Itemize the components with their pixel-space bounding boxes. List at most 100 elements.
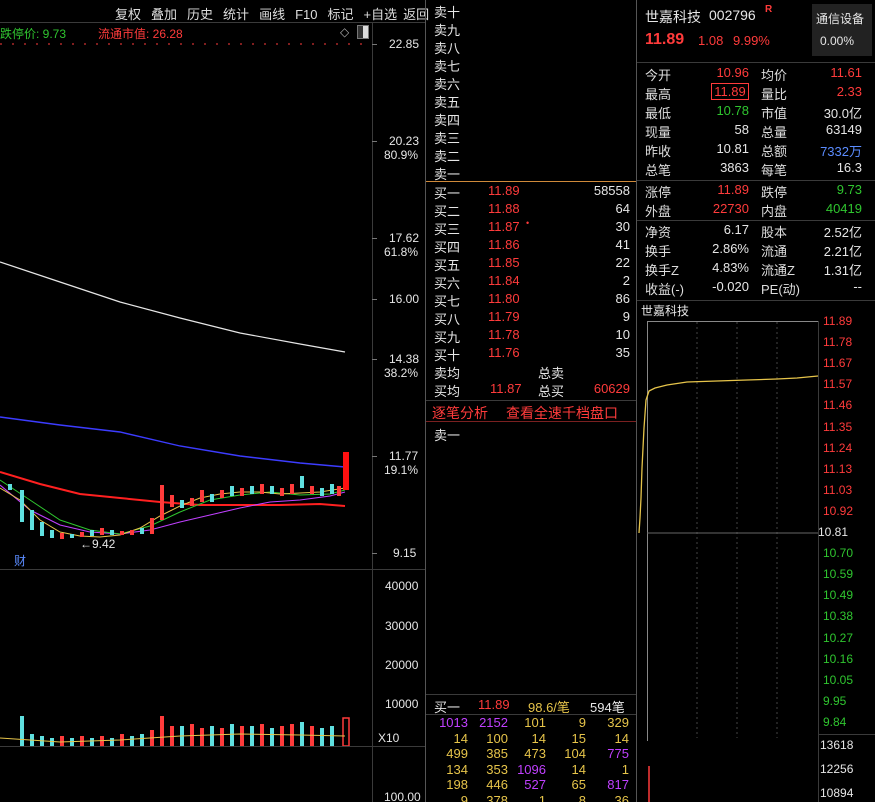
buy-level-label: 买八 <box>434 312 461 327</box>
sell-level-row[interactable]: 卖一 <box>426 164 636 182</box>
quote-row: 涨停 11.89 跌停 9.73 <box>637 182 875 201</box>
trade-queue-cell: 104 <box>564 746 586 761</box>
intraday-vol-tick: 13618 <box>820 738 854 752</box>
buy-level-label: 买九 <box>434 330 461 345</box>
quote-value: 40419 <box>825 201 862 216</box>
buy-level-price: 11.84 <box>488 273 520 288</box>
sell-level-row[interactable]: 卖十 <box>426 2 636 20</box>
sell-level-row[interactable]: 卖二 <box>426 146 636 164</box>
buy-level-price: 11.86 <box>488 237 520 252</box>
intraday-chart[interactable] <box>637 318 818 802</box>
trade-queue-cell: 1 <box>621 761 629 777</box>
trade-queue-cell: 378 <box>486 792 508 802</box>
sell-level-row[interactable]: 卖九 <box>426 20 636 38</box>
intraday-prev-close: 10.81 <box>818 525 849 539</box>
trade-queue-cell: 1096 <box>517 761 546 777</box>
sell-level-row[interactable]: 卖四 <box>426 110 636 128</box>
buy-level-row[interactable]: 买六 11.84 2 <box>426 273 636 291</box>
trade-queue-cell: 385 <box>486 746 508 761</box>
quote-value: 2.33 <box>836 84 862 99</box>
quote-row: 最高 11.89 量比 2.33 <box>637 83 875 103</box>
buy-level-dot: • <box>526 218 530 228</box>
buy-level-label: 买六 <box>434 276 461 291</box>
toolbar-fuquan[interactable]: 复权 <box>115 7 141 22</box>
toolbar-huaxian[interactable]: 画线 <box>259 7 285 22</box>
toolbar-f10[interactable]: F10 <box>295 7 317 22</box>
current-price: 11.89 <box>645 31 685 48</box>
quote-row: 昨收 10.81 总额 7332万 <box>637 141 875 160</box>
quote-value: 63149 <box>825 122 862 137</box>
intraday-axis-tick: 10.16 <box>823 651 854 666</box>
tab-trade-analysis[interactable]: 逐笔分析 <box>432 403 488 423</box>
intraday-axis-tick: 9.95 <box>823 693 847 708</box>
diamond-icon[interactable]: ◇ <box>340 25 349 39</box>
bottom-axis-label: 100.00 <box>384 790 421 802</box>
quote-value: 1.31亿 <box>823 263 862 278</box>
buy-level-price: 11.85 <box>488 255 520 270</box>
sell-level-row[interactable]: 卖五 <box>426 92 636 110</box>
intraday-axis-tick: 11.46 <box>823 398 853 413</box>
toolbar-zixuan[interactable]: +自选 <box>364 7 398 22</box>
buy-level-row[interactable]: 买七 11.80 86 <box>426 291 636 309</box>
sell-level-row[interactable]: 卖三 <box>426 128 636 146</box>
quote-value: 30.0亿 <box>823 106 862 121</box>
trade-queue-cell: 134 <box>446 761 468 777</box>
intraday-vol-tick: 10894 <box>820 786 854 800</box>
intraday-axis-tick: 10.27 <box>823 630 854 645</box>
volume-chart[interactable] <box>0 700 372 750</box>
intraday-axis-tick: 11.13 <box>823 461 853 476</box>
quote-value: 10.78 <box>716 103 749 118</box>
sell-level-label: 卖四 <box>434 113 461 128</box>
sell-level-row[interactable]: 卖六 <box>426 74 636 92</box>
sell-level-label: 卖十 <box>434 5 461 20</box>
margin-flag: R <box>765 4 773 15</box>
sell1-label: 卖一 <box>434 428 461 443</box>
sell-level-row[interactable]: 卖八 <box>426 38 636 56</box>
trade-queue-cell: 14 <box>571 761 586 777</box>
trade-queue-cell: 36 <box>614 792 629 802</box>
kline-chart[interactable] <box>0 40 372 570</box>
ma-long-line <box>0 261 346 353</box>
quote-value: 11.89 <box>717 182 749 197</box>
trade-queue-cell: 329 <box>607 715 629 730</box>
intraday-axis-tick: 11.03 <box>823 482 853 497</box>
buy-level-volume: 35 <box>615 345 630 360</box>
sector-box[interactable]: 通信设备 0.00% <box>812 4 872 56</box>
trade-queue-cell: 499 <box>446 746 468 761</box>
sell-level-label: 卖五 <box>434 95 461 110</box>
buy-level-label: 买四 <box>434 240 461 255</box>
trade-queue-cell: 9 <box>460 792 468 802</box>
buy-level-row[interactable]: 买五 11.85 22 <box>426 255 636 273</box>
buy-level-row[interactable]: 买九 11.78 10 <box>426 327 636 345</box>
intraday-axis-tick: 11.57 <box>823 377 853 392</box>
trade-queue-grid: 1013 2152 101 9 329 14 100 14 15 14 499 385 473 104 77… <box>426 715 636 802</box>
buy-level-row[interactable]: 买三 11.87 • 30 <box>426 218 636 237</box>
trade-queue-cell: 14 <box>453 730 468 746</box>
quote-row: 总笔 3863 每笔 16.3 <box>637 160 875 179</box>
kline-panel[interactable]: 复权 叠加 历史 统计 画线 F10 标记 +自选 返回 跌停价: 9.73 流通市值: 26.… <box>0 0 429 802</box>
toolbar-lishi[interactable]: 历史 <box>187 7 213 22</box>
quote-value: 2.21亿 <box>823 244 862 259</box>
quote-row: 换手 2.86% 流通 2.21亿 <box>637 241 875 260</box>
intraday-axis-tick: 11.24 <box>823 440 853 455</box>
buy-level-row[interactable]: 买二 11.88 64 <box>426 201 636 219</box>
tab-full-depth[interactable]: 查看全速千档盘口 <box>506 403 618 423</box>
quote-row: 换手Z 4.83% 流通Z 1.31亿 <box>637 260 875 279</box>
buy-level-label: 买三 <box>434 222 461 237</box>
cai-badge[interactable]: 财 <box>14 552 26 569</box>
buy-level-price: 11.79 <box>488 309 520 324</box>
buy-level-row[interactable]: 买一 11.89 58558 <box>426 183 636 201</box>
toolbar-biaoji[interactable]: 标记 <box>327 7 353 22</box>
buy-level-row[interactable]: 买四 11.86 41 <box>426 237 636 255</box>
sell-level-row[interactable]: 卖七 <box>426 56 636 74</box>
trade-queue-cell: 2152 <box>479 715 508 730</box>
quote-value: 11.61 <box>830 65 862 80</box>
toolbar-diejia[interactable]: 叠加 <box>151 7 177 22</box>
buy-level-row[interactable]: 买八 11.79 9 <box>426 309 636 327</box>
trade-queue-cell: 198 <box>446 777 468 792</box>
buy-level-row[interactable]: 买十 11.76 35 <box>426 345 636 363</box>
collapse-handle[interactable] <box>357 25 369 39</box>
toolbar-tongji[interactable]: 统计 <box>223 7 249 22</box>
quote-value: -0.020 <box>712 279 749 294</box>
buy-level-volume: 58558 <box>593 183 630 198</box>
